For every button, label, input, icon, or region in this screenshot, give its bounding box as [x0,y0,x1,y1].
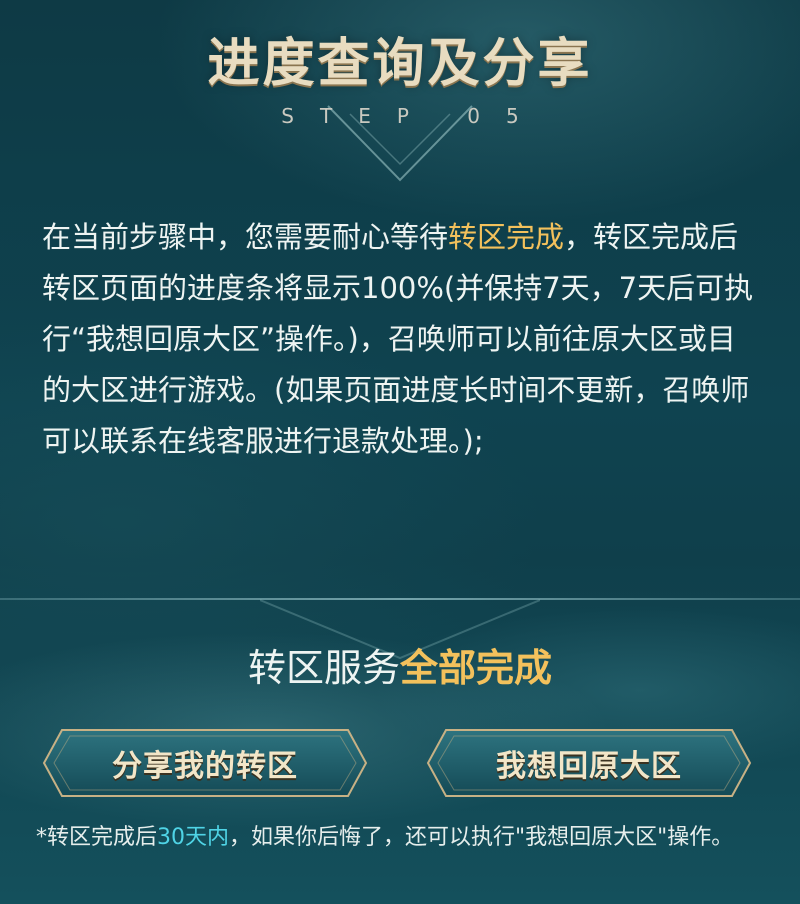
page-title: 进度查询及分享 [207,34,593,94]
return-original-region-button[interactable]: 我想回原大区 [424,726,754,800]
completion-status-prefix: 转区服务 [247,646,400,690]
instruction-paragraph: 在当前步骤中，您需要耐心等待转区完成，转区完成后转区页面的进度条将显示100%(… [42,212,758,467]
footnote-text-end: ，如果你后悔了，还可以执行"我想回原大区"操作。 [229,825,734,850]
share-transfer-button[interactable]: 分享我的转区 [40,726,370,800]
footnote-highlight: 30天内 [157,825,230,850]
footnote-text-start: *转区完成后 [36,825,158,850]
completion-status-highlight: 全部完成 [400,646,553,690]
step-label: STEP 05 [281,104,545,128]
section-header: 进度查询及分享 [0,28,800,100]
return-original-region-button-label: 我想回原大区 [496,749,682,784]
completion-status: 转区服务全部完成 [0,640,800,696]
instruction-text-end: ，转区完成后转区页面的进度条将显示100%(并保持7天，7天后可执行“我想回原大… [42,220,754,458]
footnote: *转区完成后30天内，如果你后悔了，还可以执行"我想回原大区"操作。 [36,820,766,856]
instruction-highlight: 转区完成 [448,220,565,254]
share-transfer-button-label: 分享我的转区 [112,749,298,784]
instruction-text-start: 在当前步骤中，您需要耐心等待 [42,220,449,254]
